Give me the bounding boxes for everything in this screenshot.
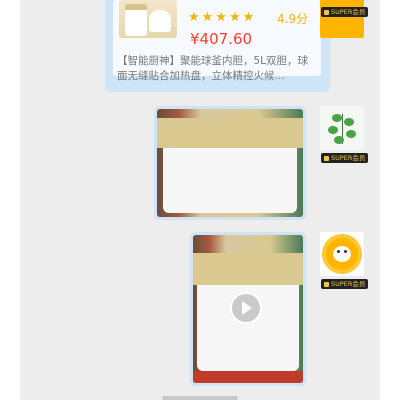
super-member-badge: SUPER会员 (321, 153, 369, 163)
avatar[interactable] (320, 0, 364, 38)
avatar[interactable] (320, 232, 364, 276)
super-member-badge: SUPER会员 (321, 279, 369, 289)
product-price: ¥407.60 (190, 30, 253, 48)
product-thumbnail (119, 0, 177, 38)
product-description: 【智能厨神】聚能球釜内胆，5L双胆，球面无缝贴合加热盘，立体精控火候… (117, 55, 309, 82)
rating-stars: ★★★★★ (188, 10, 257, 25)
video-thumbnail (157, 109, 303, 217)
video-message[interactable] (154, 106, 306, 220)
product-card-content: ★★★★★ 4.9分 ¥407.60 【智能厨神】聚能球釜内胆，5L双胆，球面无… (113, 0, 321, 82)
badge-label: SUPER会员 (331, 154, 366, 162)
scroll-handle (162, 396, 238, 400)
member-icon (324, 155, 329, 161)
badge-label: SUPER会员 (331, 280, 366, 288)
product-share-card[interactable]: ★★★★★ 4.9分 ¥407.60 【智能厨神】聚能球釜内胆，5L双胆，球面无… (105, 0, 330, 92)
video-message[interactable] (190, 232, 306, 386)
member-icon (324, 281, 329, 287)
play-icon[interactable] (230, 292, 262, 324)
super-member-badge: SUPER会员 (321, 7, 369, 17)
chat-area: ★★★★★ 4.9分 ¥407.60 【智能厨神】聚能球釜内胆，5L双胆，球面无… (20, 0, 380, 400)
badge-label: SUPER会员 (331, 8, 366, 16)
member-icon (324, 9, 329, 15)
avatar[interactable] (320, 106, 364, 150)
rating-score: 4.9分 (277, 12, 309, 26)
